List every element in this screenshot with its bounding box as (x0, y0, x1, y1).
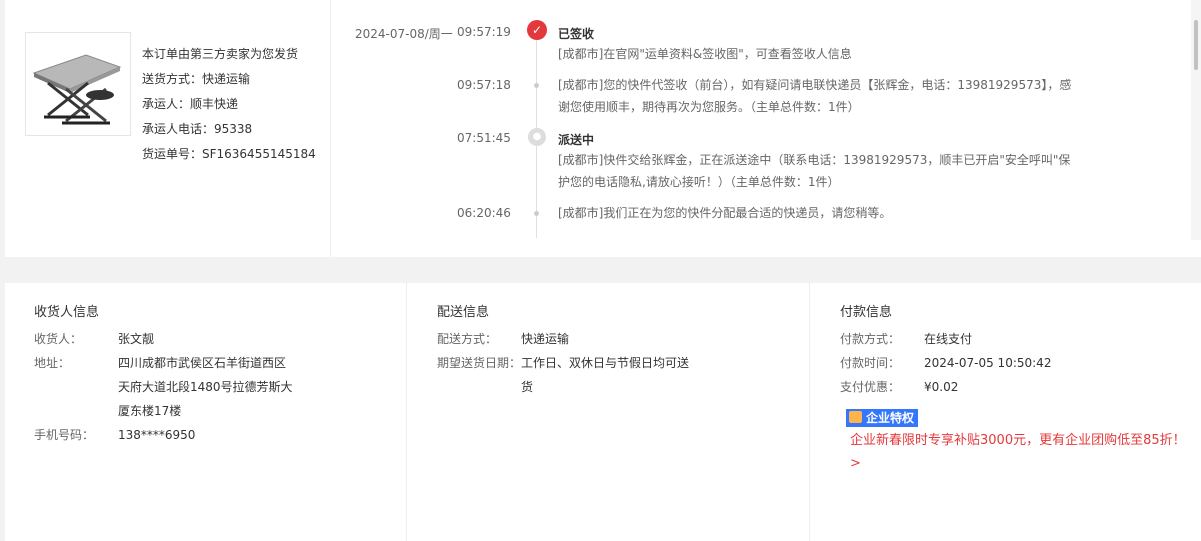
timeline-time: 09:57:18 (457, 78, 511, 92)
payment-discount-row: 支付优惠： ¥0.02 (840, 375, 958, 399)
timeline-entry-text: [成都市]您的快件代签收（前台），如有疑问请电联快递员【张辉金，电话：13981… (558, 78, 1072, 114)
timeline-entry-text: [成都市]我们正在为您的快件分配最合适的快递员，请您稍等。 (558, 206, 892, 220)
product-thumbnail[interactable] (25, 32, 131, 136)
timeline-entry-text: [成都市]在官网"运单资料&签收图"，可查看签收人信息 (558, 47, 852, 61)
timeline-dot (534, 211, 539, 216)
timeline-status-title: 派送中 (558, 133, 595, 147)
delivery-method-row: 配送方式： 快递运输 (437, 327, 569, 351)
tracking-card: 本订单由第三方卖家为您发货 送货方式：快递运输 承运人：顺丰快递 承运人电话：9… (5, 0, 1201, 257)
seller-note: 本订单由第三方卖家为您发货 (142, 47, 299, 61)
field-label: 收货人： (34, 332, 83, 346)
consignee-address-row: 地址： 四川成都市武侯区石羊街道西区 天府大道北段1480号拉德芳斯大 厦东楼1… (34, 351, 293, 423)
consignee-phone: 138****6950 (118, 428, 196, 442)
field-label: 配送方式： (437, 332, 498, 346)
waybill-number: 货运单号：SF1636455145184 (142, 147, 316, 161)
order-info-card: 收货人信息 收货人： 张文靓 地址： 四川成都市武侯区石羊街道西区 天府大道北段1… (5, 283, 1201, 541)
delivery-section: 配送信息 配送方式： 快递运输 期望送货日期： 工作日、双休日与节假日均可送 货 (407, 283, 810, 541)
promo-text: 企业新春限时专享补贴3000元，更有企业团购低至85折！ (850, 433, 1186, 448)
delivery-date-value: 工作日、双休日与节假日均可送 货 (521, 351, 689, 399)
payment-time-row: 付款时间： 2024-07-05 10:50:42 (840, 351, 1051, 375)
consignee-phone-row: 手机号码： 138****6950 (34, 423, 195, 447)
truck-icon: ● (528, 128, 546, 146)
timeline-status-title: 已签收 (558, 27, 595, 41)
timeline-time: 06:20:46 (457, 206, 511, 220)
tracking-timeline: 2024-07-08/周一 09:57:19 ✓ 已签收 [成都市]在官网"运单… (331, 0, 1196, 257)
date-line: 工作日、双休日与节假日均可送 (521, 356, 690, 370)
timeline-date: 2024-07-08/周一 (355, 27, 453, 41)
carrier-phone: 承运人电话：95338 (142, 122, 253, 136)
field-label: 付款方式： (840, 332, 901, 346)
payment-method-value: 在线支付 (924, 332, 973, 346)
payment-discount-value: ¥0.02 (924, 380, 959, 394)
section-title: 收货人信息 (34, 305, 100, 320)
field-label: 手机号码： (34, 428, 95, 442)
carrier: 承运人：顺丰快递 (142, 97, 239, 111)
timeline-time: 07:51:45 (457, 131, 511, 145)
delivery-method-value: 快递运输 (521, 332, 570, 346)
consignee-address: 四川成都市武侯区石羊街道西区 天府大道北段1480号拉德芳斯大 厦东楼17楼 (118, 351, 293, 423)
briefcase-icon (849, 411, 862, 423)
enterprise-badge[interactable]: 企业特权 (846, 409, 919, 427)
field-label: 地址： (34, 356, 71, 370)
payment-time-value: 2024-07-05 10:50:42 (924, 356, 1052, 370)
product-panel: 本订单由第三方卖家为您发货 送货方式：快递运输 承运人：顺丰快递 承运人电话：9… (5, 0, 331, 257)
consignee-name: 张文靓 (118, 332, 155, 346)
payment-method-row: 付款方式： 在线支付 (840, 327, 972, 351)
section-title: 配送信息 (437, 305, 490, 320)
address-line: 四川成都市武侯区石羊街道西区 (118, 356, 287, 370)
consignee-name-row: 收货人： 张文靓 (34, 327, 154, 351)
timeline-time: 09:57:19 (457, 25, 511, 39)
address-line: 天府大道北段1480号拉德芳斯大 (118, 380, 293, 394)
payment-section: 付款信息 付款方式： 在线支付 付款时间： 2024-07-05 10:50:42 … (810, 283, 1201, 541)
address-line: 厦东楼17楼 (118, 404, 182, 418)
scrollbar-thumb[interactable] (1194, 20, 1198, 70)
date-line: 货 (521, 380, 534, 394)
delivery-date-row: 期望送货日期： 工作日、双休日与节假日均可送 货 (437, 351, 689, 399)
field-label: 付款时间： (840, 356, 901, 370)
check-icon: ✓ (527, 20, 547, 40)
consignee-section: 收货人信息 收货人： 张文靓 地址： 四川成都市武侯区石羊街道西区 天府大道北段1… (5, 283, 407, 541)
timeline-entry-text: [成都市]快件交给张辉金，正在派送途中（联系电话：13981929573，顺丰已… (558, 153, 1071, 189)
badge-label: 企业特权 (866, 411, 915, 425)
field-label: 支付优惠： (840, 380, 901, 394)
product-info: 本订单由第三方卖家为您发货 送货方式：快递运输 承运人：顺丰快递 承运人电话：9… (142, 42, 316, 167)
delivery-method: 送货方式：快递运输 (142, 72, 251, 86)
field-label: 期望送货日期： (437, 356, 522, 370)
timeline-scrollbar[interactable] (1191, 0, 1201, 240)
timeline-dot (534, 83, 539, 88)
enterprise-promo-link[interactable]: 企业新春限时专享补贴3000元，更有企业团购低至85折！ > (850, 429, 1201, 475)
laptop-stand-image (32, 54, 122, 125)
chevron-right-icon: > (850, 456, 861, 471)
section-title: 付款信息 (840, 305, 893, 320)
